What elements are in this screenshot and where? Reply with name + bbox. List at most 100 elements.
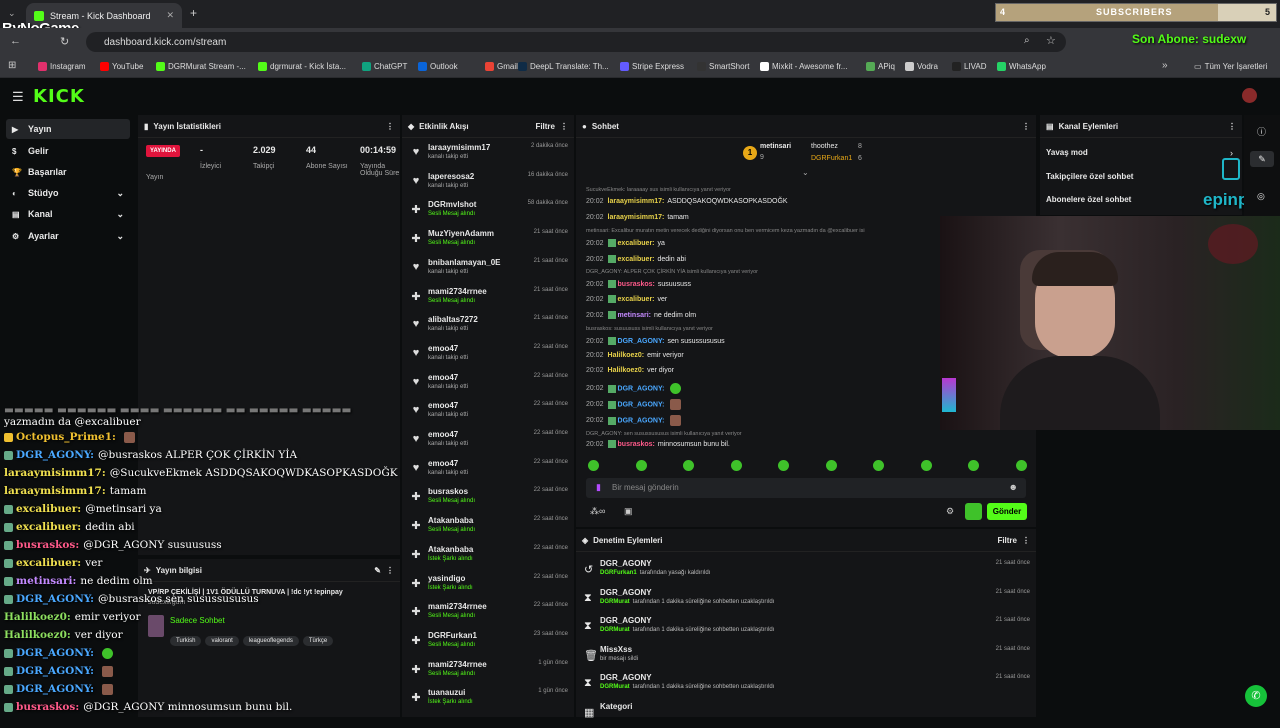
bookmark-12[interactable]: Vodra xyxy=(905,62,938,71)
chevron-right-icon[interactable]: › xyxy=(1230,148,1233,158)
sidebar-item-1[interactable]: $ Gelir xyxy=(6,141,130,161)
bot-icon[interactable] xyxy=(965,503,982,520)
event-item[interactable]: ♥ emoo47 kanalı takip etti 22 saat önce xyxy=(406,457,572,485)
apps-grid-icon[interactable]: ⊞ xyxy=(8,60,16,71)
edit-icon[interactable]: ✎ xyxy=(374,566,381,575)
event-item[interactable]: ✚ MuzYiyenAdamm Sesli Mesaj alındı 21 saat … xyxy=(406,227,572,255)
url-field[interactable]: dashboard.kick.com/stream xyxy=(86,32,1066,52)
mic-icon[interactable]: ▮ xyxy=(596,482,601,493)
event-user[interactable]: emoo47 xyxy=(428,430,458,439)
top-gifter-2-name[interactable]: thoothez xyxy=(811,143,838,150)
bookmark-star-icon[interactable]: ☆ xyxy=(1046,34,1056,47)
whatsapp-float-icon[interactable]: ✆ xyxy=(1245,685,1267,707)
moderation-target-user[interactable]: DGR_AGONY xyxy=(600,616,652,625)
moderation-actor[interactable]: DGRMurat xyxy=(600,599,630,605)
event-item[interactable]: ✚ mami2734rrnee Sesli Mesaj alındı 21 saat … xyxy=(406,285,572,313)
chat-username[interactable]: DGR_AGONY: xyxy=(618,385,665,392)
bookmark-3[interactable]: dgrmurat - Kick İsta... xyxy=(258,62,346,71)
more-icon[interactable]: ⋮ xyxy=(1022,536,1030,545)
more-bookmarks-icon[interactable]: » xyxy=(1162,60,1168,71)
chat-username[interactable]: laraaymisimm17: xyxy=(608,198,665,205)
all-bookmarks-link[interactable]: ▭ Tüm Yer İşaretleri xyxy=(1194,62,1267,71)
reload-icon[interactable]: ↻ xyxy=(60,35,69,48)
event-user[interactable]: MuzYiyenAdamm xyxy=(428,229,494,238)
emote-picker-icon[interactable] xyxy=(683,460,694,471)
event-user[interactable]: yasindigo xyxy=(428,574,465,583)
chat-input-box[interactable]: ▮ Bir mesaj gönderin ☻ xyxy=(586,478,1026,498)
tag-3[interactable]: Türkçe xyxy=(302,636,334,646)
chat-username[interactable]: busraskos: xyxy=(618,281,655,288)
emote-picker-icon[interactable] xyxy=(635,460,647,471)
event-user[interactable]: busraskos xyxy=(428,487,468,496)
bookmark-7[interactable]: DeepL Translate: Th... xyxy=(518,62,609,71)
event-item[interactable]: ✚ busraskos Sesli Mesaj alındı 22 saat önce xyxy=(406,485,572,513)
filter-button[interactable]: Filtre xyxy=(535,122,555,131)
event-user[interactable]: emoo47 xyxy=(428,373,458,382)
chat-username[interactable]: busraskos: xyxy=(618,441,655,448)
back-icon[interactable]: ← xyxy=(10,35,21,47)
chat-username[interactable]: Halilkoez0: xyxy=(608,367,645,374)
info-icon[interactable]: ⓘ xyxy=(1257,125,1266,138)
chat-username[interactable]: Halilkoez0: xyxy=(608,352,645,359)
more-icon[interactable]: ⋮ xyxy=(1022,122,1030,131)
event-item[interactable]: ♥ laraaymisimm17 kanalı takip etti 2 dakika… xyxy=(406,141,572,169)
event-item[interactable]: ♥ alibaltas7272 kanalı takip etti 21 saat ö… xyxy=(406,313,572,341)
event-user[interactable]: Atakanbaba xyxy=(428,545,473,554)
slow-mode-toggle[interactable]: Yavaş mod xyxy=(1046,148,1088,157)
bookmark-8[interactable]: Stripe Express xyxy=(620,62,684,71)
bookmark-10[interactable]: Mixkit - Awesome fr... xyxy=(760,62,847,71)
moderation-actor[interactable]: DGRFurkan1 xyxy=(600,570,637,576)
filter-button[interactable]: Filtre xyxy=(997,536,1017,545)
chat-username[interactable]: metinsari: xyxy=(618,312,651,319)
sidebar-item-3[interactable]: ◐ Stüdyo ⌄ xyxy=(6,183,130,203)
emote-picker-icon[interactable] xyxy=(730,460,742,471)
moderation-actor[interactable]: DGRMurat xyxy=(600,627,630,633)
event-item[interactable]: ✚ Atakanbaba İstek Şarkı alındı 22 saat önc… xyxy=(406,543,572,571)
close-tab-icon[interactable]: ✕ xyxy=(166,10,174,21)
sidebar-item-4[interactable]: ▤ Kanal ⌄ xyxy=(6,204,130,224)
event-item[interactable]: ♥ emoo47 kanalı takip etti 22 saat önce xyxy=(406,399,572,427)
event-item[interactable]: ✚ DGRmvlshot Sesli Mesaj alındı 58 dakika ö… xyxy=(406,198,572,226)
bookmark-11[interactable]: APiq xyxy=(866,62,895,71)
bookmark-13[interactable]: LIVAD xyxy=(952,62,987,71)
event-item[interactable]: ♥ emoo47 kanalı takip etti 22 saat önce xyxy=(406,428,572,456)
tag-0[interactable]: Turkish xyxy=(170,636,202,646)
emote-picker-icon[interactable] xyxy=(873,460,884,471)
chat-username[interactable]: DGR_AGONY: xyxy=(618,401,665,408)
chat-username[interactable]: DGR_AGONY: xyxy=(618,417,665,424)
moderation-actor[interactable]: DGRMurat xyxy=(600,684,630,690)
emoji-icon[interactable]: ☻ xyxy=(1009,482,1018,492)
new-tab-icon[interactable]: + xyxy=(190,6,197,20)
event-user[interactable]: Atakanbaba xyxy=(428,516,473,525)
more-icon[interactable]: ⋮ xyxy=(1228,122,1236,131)
expand-chevron-icon[interactable]: ⌄ xyxy=(802,168,809,177)
event-item[interactable]: ♥ laperesosa2 kanalı takip etti 16 dakika ö… xyxy=(406,170,572,198)
send-button[interactable]: Gönder xyxy=(987,503,1027,520)
emote-picker-icon[interactable] xyxy=(1015,460,1027,471)
avatar[interactable] xyxy=(1242,88,1257,103)
event-item[interactable]: ♥ bnibanlamayan_0E kanalı takip etti 21 saa… xyxy=(406,256,572,284)
event-user[interactable]: bnibanlamayan_0E xyxy=(428,258,500,267)
subscribers-only-toggle[interactable]: Abonelere özel sohbet xyxy=(1046,195,1131,204)
kick-logo[interactable]: KICK xyxy=(33,86,85,107)
moderation-target-user[interactable]: Kategori xyxy=(600,702,632,711)
moderation-target-user[interactable]: MissXss xyxy=(600,645,632,654)
event-user[interactable]: mami2734rrnee xyxy=(428,602,487,611)
zoom-icon[interactable]: ⌕ xyxy=(1024,35,1030,46)
more-icon[interactable]: ⋮ xyxy=(560,122,568,131)
event-user[interactable]: emoo47 xyxy=(428,344,458,353)
chat-username[interactable]: DGR_AGONY: xyxy=(618,338,665,345)
emote-picker-icon[interactable] xyxy=(920,460,932,471)
bookmark-1[interactable]: YouTube xyxy=(100,62,143,71)
event-user[interactable]: emoo47 xyxy=(428,401,458,410)
event-item[interactable]: ✚ mami2734rrnee Sesli Mesaj alındı 22 saat … xyxy=(406,600,572,628)
gift-icon[interactable]: ▣ xyxy=(624,506,633,517)
menu-icon[interactable]: ☰ xyxy=(12,89,24,105)
moderation-target-user[interactable]: DGR_AGONY xyxy=(600,588,652,597)
bookmark-9[interactable]: SmartShort xyxy=(697,62,749,71)
settings-gear-icon[interactable]: ⚙ xyxy=(946,506,954,517)
event-user[interactable]: mami2734rrnee xyxy=(428,287,487,296)
followers-only-toggle[interactable]: Takipçilere özel sohbet xyxy=(1046,172,1133,181)
event-user[interactable]: mami2734rrnee xyxy=(428,660,487,669)
event-user[interactable]: DGRFurkan1 xyxy=(428,631,477,640)
